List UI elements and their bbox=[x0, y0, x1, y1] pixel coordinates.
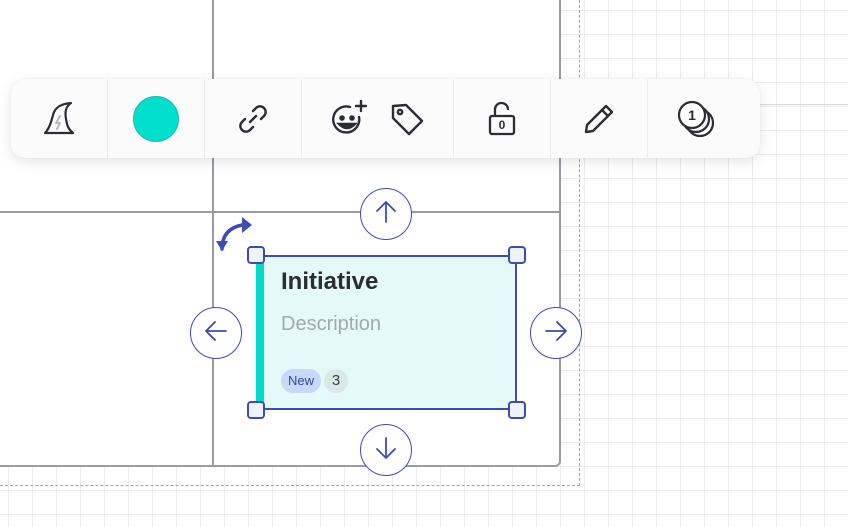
rotate-handle[interactable] bbox=[214, 213, 256, 253]
tag-icon bbox=[387, 99, 427, 139]
grid-line bbox=[760, 104, 848, 105]
card-title[interactable]: Initiative bbox=[281, 268, 378, 296]
resize-handle-bottom-left[interactable] bbox=[247, 401, 265, 419]
add-reaction-button[interactable] bbox=[316, 79, 380, 158]
add-below-button[interactable] bbox=[360, 424, 412, 476]
add-above-button[interactable] bbox=[360, 188, 412, 240]
ai-button[interactable] bbox=[11, 79, 107, 158]
wizard-hat-icon bbox=[39, 99, 79, 139]
status-badge: New bbox=[281, 369, 322, 393]
context-toolbar: 0 1 bbox=[11, 79, 760, 158]
arrow-right-icon bbox=[542, 317, 570, 350]
frame-divider-horizontal bbox=[0, 211, 559, 213]
resize-handle-top-right[interactable] bbox=[508, 246, 526, 264]
unlock-icon: 0 bbox=[482, 99, 522, 139]
arrow-left-icon bbox=[202, 317, 230, 350]
rotate-icon bbox=[214, 217, 256, 257]
arrow-up-icon bbox=[372, 198, 400, 231]
stack-button[interactable]: 1 bbox=[648, 79, 744, 158]
stack-count: 1 bbox=[688, 106, 696, 123]
tag-button[interactable] bbox=[380, 79, 434, 158]
card-accent-bar bbox=[256, 255, 264, 410]
link-icon bbox=[233, 99, 273, 139]
card-description[interactable]: Description bbox=[281, 313, 381, 336]
resize-handle-bottom-right[interactable] bbox=[508, 401, 526, 419]
arrow-down-icon bbox=[372, 434, 400, 467]
edit-button[interactable] bbox=[551, 79, 647, 158]
stack-icon: 1 bbox=[674, 97, 718, 141]
lock-count: 0 bbox=[498, 117, 506, 132]
pencil-icon bbox=[579, 99, 619, 139]
add-emoji-icon bbox=[326, 97, 370, 141]
count-badge: 3 bbox=[324, 369, 348, 393]
add-left-button[interactable] bbox=[190, 307, 242, 359]
toolbar-separator bbox=[301, 79, 302, 158]
add-right-button[interactable] bbox=[530, 307, 582, 359]
lock-button[interactable]: 0 bbox=[454, 79, 550, 158]
link-button[interactable] bbox=[205, 79, 301, 158]
color-swatch bbox=[133, 95, 179, 142]
color-button[interactable] bbox=[108, 79, 204, 158]
